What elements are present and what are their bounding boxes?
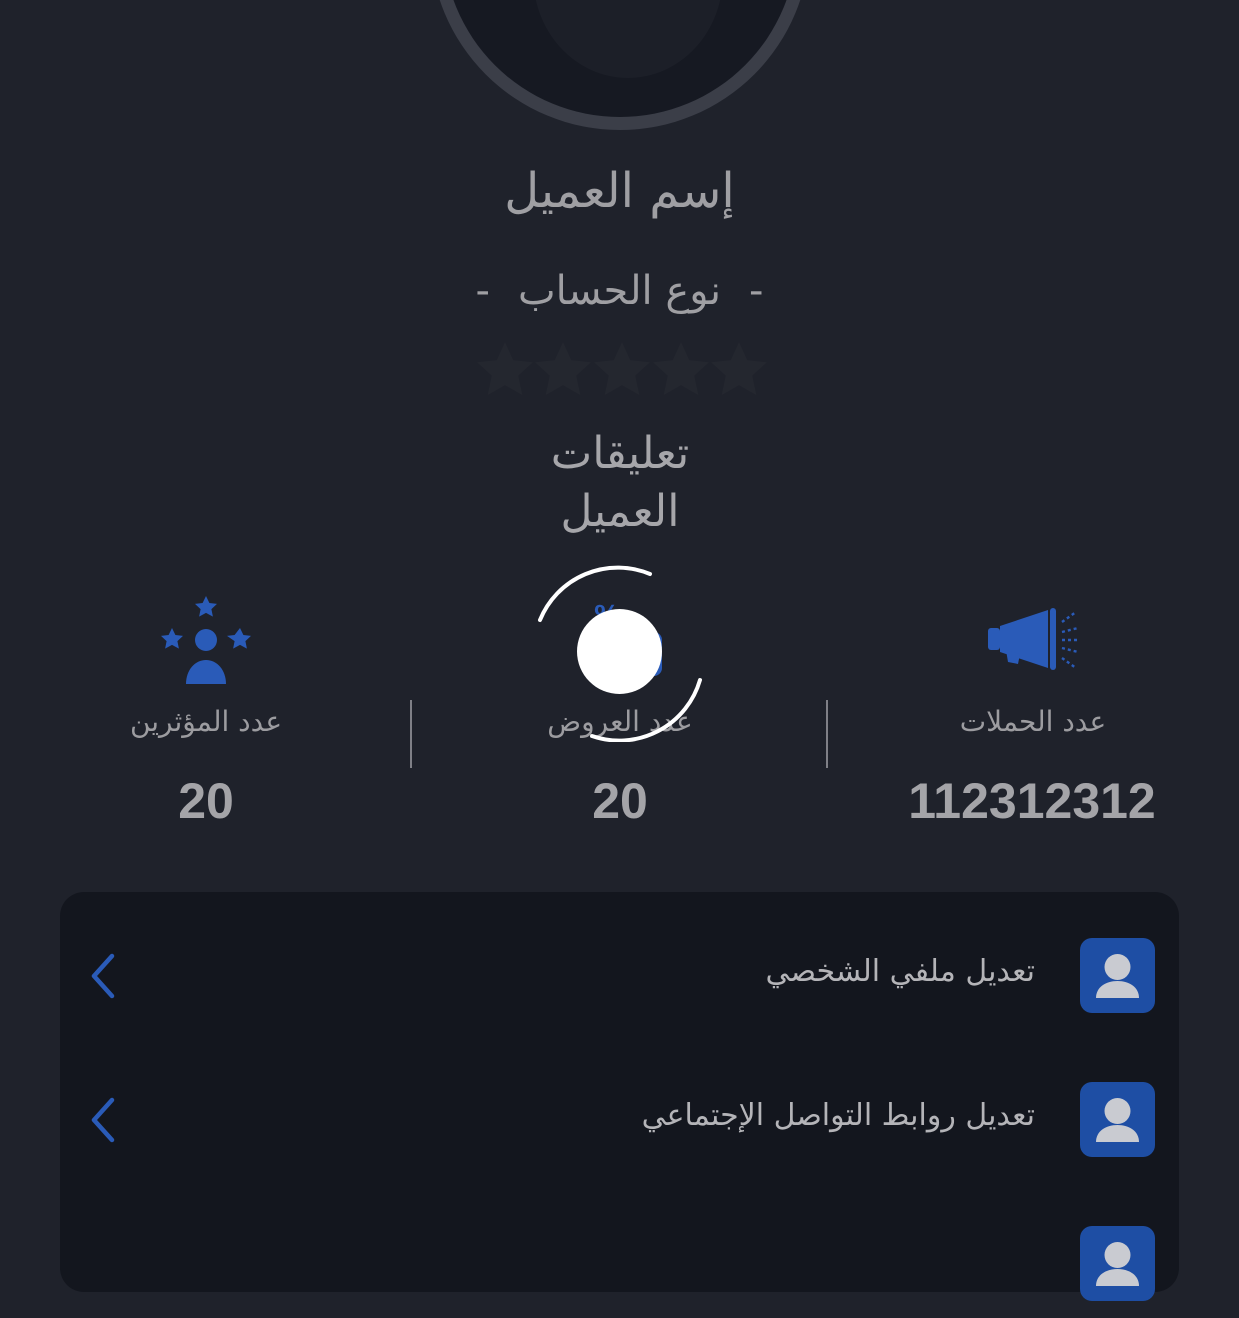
menu-item-label: تعديل روابط التواصل الإجتماعي (641, 1098, 1035, 1133)
star-icon (535, 342, 591, 396)
menu-item-label: تعديل ملفي الشخصي (765, 954, 1035, 989)
customer-comments-link[interactable]: تعليقات العميل (500, 425, 740, 541)
influencers-count-value: 20 (178, 773, 234, 829)
account-type-dash-right: - (749, 268, 764, 314)
chevron-left-icon (91, 953, 115, 999)
account-type-label: نوع الحساب (517, 268, 722, 314)
user-icon (1080, 1082, 1155, 1157)
user-icon (1080, 938, 1155, 1013)
influencers-count-label: عدد المؤثرين (129, 705, 283, 738)
rating-stars (473, 338, 773, 402)
star-icon (653, 342, 709, 396)
stats-divider (826, 700, 828, 768)
comments-line-2: العميل (560, 486, 680, 537)
loading-indicator-dot (577, 609, 662, 694)
stats-divider (410, 700, 412, 768)
account-type-dash-left: - (475, 268, 490, 314)
avatar[interactable] (430, 0, 810, 130)
star-icon (711, 342, 767, 396)
account-type: -نوع الحساب- (0, 268, 1239, 314)
star-icon (594, 342, 650, 396)
star-icon (477, 342, 533, 396)
offers-count-value: 20 (592, 773, 648, 829)
campaigns-count-label: عدد الحملات (959, 705, 1107, 738)
menu-item-edit-social-links[interactable]: تعديل روابط التواصل الإجتماعي (60, 1064, 1179, 1174)
comments-line-1: تعليقات (550, 428, 690, 479)
megaphone-icon (988, 608, 1079, 670)
settings-menu: تعديل ملفي الشخصي تعديل روابط التواصل ال… (60, 892, 1179, 1301)
influencers-icon (161, 596, 251, 684)
avatar-placeholder (443, 0, 797, 117)
campaigns-count-value: 112312312 (908, 773, 1156, 829)
chevron-left-icon (91, 1097, 115, 1143)
customer-name: إسم العميل (504, 163, 735, 219)
menu-item-edit-profile[interactable]: تعديل ملفي الشخصي (60, 920, 1179, 1030)
user-icon (1080, 1226, 1155, 1301)
avatar-silhouette (533, 0, 723, 78)
menu-item-partial[interactable] (60, 1208, 1179, 1318)
